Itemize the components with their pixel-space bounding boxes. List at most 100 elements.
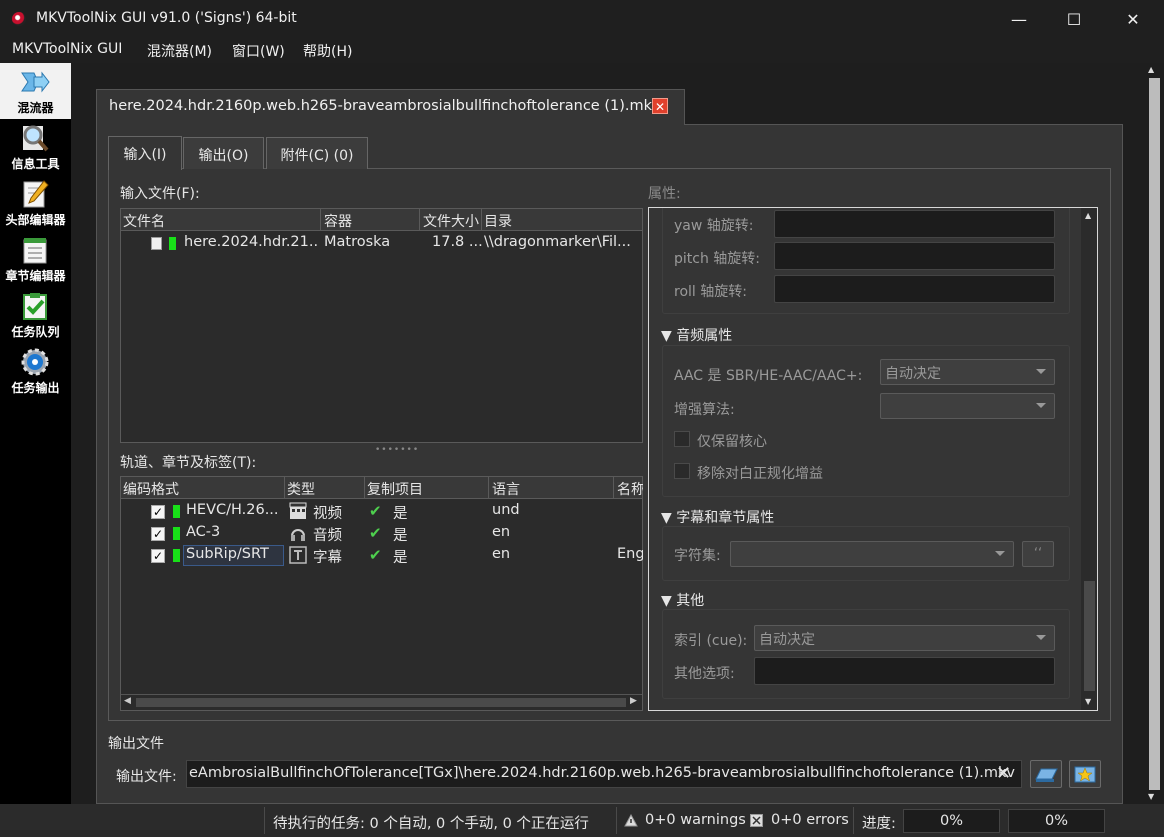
- chevron-down-icon: [1036, 635, 1046, 640]
- scroll-up-arrow[interactable]: ▲: [1148, 65, 1154, 74]
- remove-dialnorm-label: 移除对白正规化增益: [697, 466, 823, 482]
- tab-input[interactable]: 输入(I): [108, 136, 182, 170]
- scroll-down-arrow[interactable]: ▼: [1085, 697, 1091, 706]
- column-header[interactable]: 名称: [617, 479, 643, 499]
- track-checkbox[interactable]: ✓: [151, 527, 165, 541]
- other-options-field[interactable]: [754, 657, 1055, 685]
- magnifier-icon: [23, 125, 49, 152]
- column-header[interactable]: 文件名: [123, 211, 318, 231]
- table-header: 编码格式 类型 复制项目 语言 名称: [121, 477, 643, 499]
- remove-dialnorm-checkbox[interactable]: [674, 463, 690, 479]
- type-cell: 视频: [313, 506, 342, 522]
- warnings-count[interactable]: 0+0 warnings: [645, 812, 746, 828]
- sidebar-item-job-output[interactable]: 任务输出: [0, 343, 71, 399]
- sidebar: 混流器 信息工具 头部编辑器 章节编辑器 任务队列 任务输出: [0, 63, 71, 804]
- aac-sbr-select[interactable]: 自动决定: [880, 359, 1055, 385]
- tracks-horizontal-scrollbar[interactable]: ◀ ▶: [121, 694, 642, 709]
- file-size-cell: 17.8 ...: [432, 234, 482, 250]
- charset-select[interactable]: [730, 541, 1014, 567]
- tracks-table[interactable]: 编码格式 类型 复制项目 语言 名称 ✓ HEVC/H.26... 视频 ✔ 是…: [120, 476, 643, 711]
- scroll-left-arrow[interactable]: ◀: [124, 696, 131, 706]
- pencil-paper-icon: [23, 180, 49, 208]
- chevron-down-icon: [1036, 403, 1046, 408]
- subtitle-properties-header[interactable]: ▼ 字幕和章节属性: [661, 507, 774, 527]
- enhance-label: 增强算法:: [674, 402, 735, 418]
- scroll-up-arrow[interactable]: ▲: [1085, 211, 1091, 220]
- column-header[interactable]: 复制项目: [367, 479, 487, 499]
- pitch-field[interactable]: [774, 242, 1055, 270]
- error-icon: [750, 814, 763, 827]
- merge-arrow-icon: [21, 71, 50, 93]
- errors-count[interactable]: 0+0 errors: [771, 812, 849, 828]
- column-header[interactable]: 容器: [324, 211, 419, 231]
- sidebar-item-info[interactable]: 信息工具: [0, 119, 71, 175]
- document-tab[interactable]: here.2024.hdr.2160p.web.h265-braveambros…: [96, 89, 685, 125]
- file-icon: [151, 237, 162, 250]
- sidebar-item-label: 头部编辑器: [5, 213, 66, 227]
- track-checkbox[interactable]: ✓: [151, 505, 165, 519]
- track-checkbox[interactable]: ✓: [151, 549, 165, 563]
- main-vertical-scrollbar[interactable]: ▲ ▼: [1145, 63, 1164, 804]
- roll-field[interactable]: [774, 275, 1055, 303]
- column-header[interactable]: 文件大小: [423, 211, 481, 231]
- column-header[interactable]: 语言: [492, 479, 612, 499]
- total-progress: 0%: [1008, 809, 1105, 833]
- sidebar-item-header-editor[interactable]: 头部编辑器: [0, 175, 71, 231]
- menu-help[interactable]: 帮助(H): [303, 41, 352, 61]
- scroll-down-arrow[interactable]: ▼: [1148, 792, 1154, 801]
- scrollbar-thumb[interactable]: [136, 698, 626, 707]
- type-cell: 字幕: [313, 550, 342, 566]
- other-properties-header[interactable]: ▼ 其他: [661, 590, 704, 610]
- charset-detect-button[interactable]: ʻʻ: [1022, 541, 1054, 567]
- output-file-field[interactable]: eAmbrosialBullfinchOfTolerance[TGx]\here…: [186, 760, 1022, 788]
- favorite-output-button[interactable]: [1069, 760, 1101, 788]
- menu-mkvtoolnix[interactable]: MKVToolNix GUI: [12, 41, 122, 57]
- minimize-button[interactable]: —: [992, 0, 1046, 38]
- column-header[interactable]: 目录: [484, 211, 644, 231]
- yaw-field[interactable]: [774, 210, 1055, 238]
- properties-scrollbar[interactable]: ▲ ▼: [1081, 208, 1097, 710]
- sidebar-item-chapter-editor[interactable]: 章节编辑器: [0, 231, 71, 287]
- input-files-table[interactable]: 文件名 容器 文件大小 目录 here.2024.hdr.21... Matro…: [120, 208, 643, 443]
- close-button[interactable]: ✕: [1106, 0, 1160, 38]
- audio-properties-header[interactable]: ▼ 音频属性: [661, 325, 732, 345]
- scroll-right-arrow[interactable]: ▶: [630, 696, 637, 706]
- scrollbar-thumb[interactable]: [1084, 581, 1095, 691]
- tab-attachments[interactable]: 附件(C) (0): [266, 137, 368, 169]
- subtitle-icon: [289, 546, 307, 564]
- star-folder-icon: [1074, 766, 1096, 783]
- splitter-handle[interactable]: •••••••: [375, 445, 419, 455]
- core-only-checkbox[interactable]: [674, 431, 690, 447]
- maximize-button[interactable]: ☐: [1047, 0, 1101, 38]
- checklist-icon: [23, 293, 47, 320]
- menu-bar: MKVToolNix GUI 混流器(M) 窗口(W) 帮助(H): [0, 38, 1164, 63]
- tab-output[interactable]: 输出(O): [183, 137, 264, 169]
- language-cell: und: [492, 502, 520, 518]
- sidebar-item-job-queue[interactable]: 任务队列: [0, 287, 71, 343]
- headphones-icon: [291, 529, 305, 541]
- codec-cell: HEVC/H.26...: [186, 502, 279, 518]
- sidebar-item-label: 章节编辑器: [5, 269, 66, 283]
- status-indicator: [173, 549, 180, 562]
- clear-output-icon[interactable]: ✕: [996, 763, 1011, 784]
- sidebar-item-merge[interactable]: 混流器: [0, 63, 71, 119]
- browse-output-button[interactable]: [1030, 760, 1062, 788]
- close-tab-icon[interactable]: ✕: [652, 98, 668, 114]
- codec-cell: SubRip/SRT: [183, 545, 284, 566]
- scrollbar-thumb[interactable]: [1149, 78, 1160, 790]
- column-header[interactable]: 类型: [287, 479, 363, 499]
- enhance-select[interactable]: [880, 393, 1055, 419]
- menu-window[interactable]: 窗口(W): [232, 41, 285, 61]
- chevron-down-icon: [995, 551, 1005, 556]
- check-icon: ✔: [369, 546, 382, 564]
- status-indicator: [173, 505, 180, 518]
- language-cell: en: [492, 546, 511, 562]
- app-logo-icon: [12, 12, 26, 26]
- aac-sbr-value: 自动决定: [885, 366, 941, 382]
- roll-label: roll 轴旋转:: [674, 284, 747, 300]
- window-title: MKVToolNix GUI v91.0 ('Signs') 64-bit: [36, 10, 297, 26]
- language-cell: en: [492, 524, 511, 540]
- cues-select[interactable]: 自动决定: [754, 625, 1055, 651]
- menu-multiplexer[interactable]: 混流器(M): [147, 41, 212, 61]
- column-header[interactable]: 编码格式: [123, 479, 283, 499]
